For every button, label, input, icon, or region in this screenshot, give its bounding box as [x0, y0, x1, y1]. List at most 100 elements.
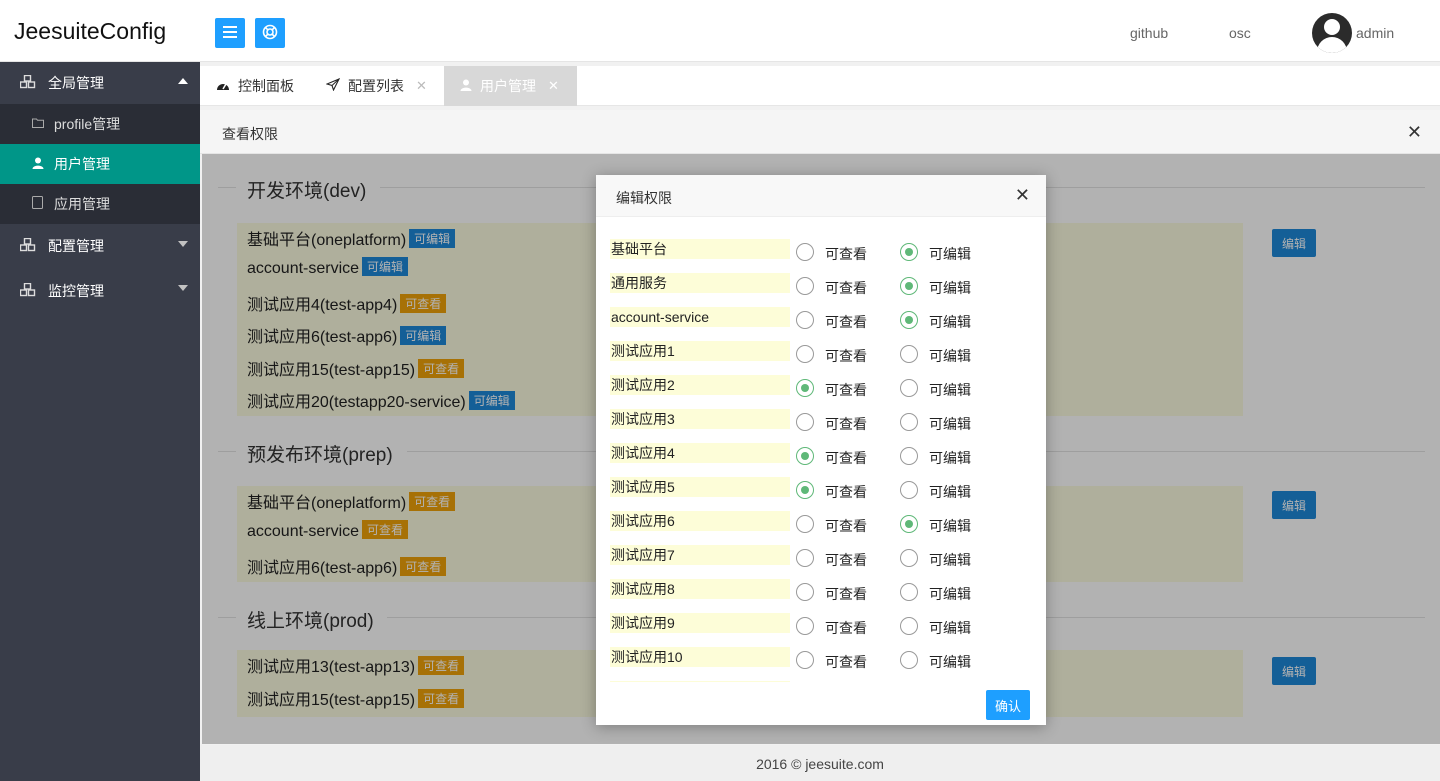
panel-title: 查看权限 [222, 126, 278, 142]
edit-radio[interactable] [900, 277, 918, 295]
view-label[interactable]: 可查看 [825, 652, 867, 672]
edit-radio[interactable] [900, 617, 918, 635]
view-label[interactable]: 可查看 [825, 448, 867, 468]
edit-radio[interactable] [900, 413, 918, 431]
confirm-button[interactable]: 确认 [986, 690, 1030, 720]
folder-icon [32, 117, 46, 131]
view-radio[interactable] [796, 583, 814, 601]
view-radio[interactable] [796, 447, 814, 465]
view-radio[interactable] [796, 277, 814, 295]
tab-user-management[interactable]: 用户管理 ✕ [444, 66, 577, 106]
edit-radio[interactable] [900, 549, 918, 567]
edit-radio[interactable] [900, 311, 918, 329]
edit-radio[interactable] [900, 243, 918, 261]
view-radio[interactable] [796, 651, 814, 669]
view-radio[interactable] [796, 617, 814, 635]
view-radio[interactable] [796, 379, 814, 397]
app-name: account-service [610, 307, 790, 327]
close-icon[interactable]: ✕ [416, 78, 427, 94]
sidebar-group-config[interactable]: 配置管理 [0, 224, 200, 268]
sidebar-group-global[interactable]: 全局管理 [0, 62, 200, 104]
view-label[interactable]: 可查看 [825, 380, 867, 400]
user-menu[interactable]: admin [1356, 25, 1394, 41]
edit-label[interactable]: 可编辑 [929, 618, 971, 638]
edit-radio[interactable] [900, 481, 918, 499]
edit-label[interactable]: 可编辑 [929, 448, 971, 468]
osc-link[interactable]: osc [1229, 25, 1251, 41]
view-label[interactable]: 可查看 [825, 550, 867, 570]
permission-row: 测试应用8 可查看 可编辑 [596, 570, 1046, 604]
sidebar-group-monitor[interactable]: 监控管理 [0, 268, 200, 314]
caret-up-icon [178, 78, 188, 84]
user-icon [460, 79, 472, 94]
sidebar-item-label: 应用管理 [54, 196, 110, 212]
view-radio[interactable] [796, 243, 814, 261]
edit-label[interactable]: 可编辑 [929, 414, 971, 434]
sidebar-item-profile[interactable]: profile管理 [0, 104, 200, 144]
edit-label[interactable]: 可编辑 [929, 380, 971, 400]
view-label[interactable]: 可查看 [825, 278, 867, 298]
view-label[interactable]: 可查看 [825, 346, 867, 366]
edit-label[interactable]: 可编辑 [929, 584, 971, 604]
edit-label[interactable]: 可编辑 [929, 244, 971, 264]
sidebar-item-apps[interactable]: 应用管理 [0, 184, 200, 224]
edit-label[interactable]: 可编辑 [929, 278, 971, 298]
lifebuoy-icon [262, 24, 278, 43]
cubes-icon [19, 237, 38, 255]
view-label[interactable]: 可查看 [825, 244, 867, 264]
close-icon[interactable]: ✕ [1015, 185, 1030, 206]
edit-radio[interactable] [900, 515, 918, 533]
edit-radio[interactable] [900, 583, 918, 601]
permission-row: 测试应用10 可查看 可编辑 [596, 638, 1046, 672]
tab-config-list[interactable]: 配置列表 ✕ [325, 66, 427, 106]
tab-bar: 控制面板 配置列表 ✕ 用户管理 ✕ [200, 66, 1440, 106]
permission-row: 测试应用1 可查看 可编辑 [596, 332, 1046, 366]
close-icon[interactable]: ✕ [1407, 122, 1422, 143]
view-label[interactable]: 可查看 [825, 516, 867, 536]
edit-radio[interactable] [900, 345, 918, 363]
panel-header: 查看权限 ✕ [200, 110, 1440, 154]
edit-label[interactable]: 可编辑 [929, 652, 971, 672]
view-radio[interactable] [796, 345, 814, 363]
sidebar-item-users[interactable]: 用户管理 [0, 144, 200, 184]
github-link[interactable]: github [1130, 25, 1168, 41]
edit-label[interactable]: 可编辑 [929, 550, 971, 570]
edit-label[interactable]: 可编辑 [929, 312, 971, 332]
sidebar-item-label: 用户管理 [54, 156, 110, 172]
view-radio[interactable] [796, 481, 814, 499]
dashboard-icon [216, 79, 230, 94]
view-label[interactable]: 可查看 [825, 584, 867, 604]
close-icon[interactable]: ✕ [548, 78, 559, 94]
view-radio[interactable] [796, 413, 814, 431]
permission-row: 测试应用9 可查看 可编辑 [596, 604, 1046, 638]
tab-dashboard[interactable]: 控制面板 [216, 66, 294, 106]
edit-radio[interactable] [900, 651, 918, 669]
edit-radio[interactable] [900, 447, 918, 465]
view-label[interactable]: 可查看 [825, 312, 867, 332]
edit-radio[interactable] [900, 379, 918, 397]
view-radio[interactable] [796, 311, 814, 329]
edit-label[interactable]: 可编辑 [929, 516, 971, 536]
brand-logo[interactable]: JeesuiteConfig [14, 18, 166, 45]
edit-label[interactable]: 可编辑 [929, 346, 971, 366]
view-radio[interactable] [796, 549, 814, 567]
view-label[interactable]: 可查看 [825, 414, 867, 434]
view-radio[interactable] [796, 515, 814, 533]
sidebar-group-label: 全局管理 [48, 75, 104, 91]
permission-list[interactable]: 基础平台 可查看 可编辑 通用服务 可查看 可编辑 account-service 可查看 可编… [596, 230, 1046, 682]
app-name: 通用服务 [610, 273, 790, 293]
app-name: 测试应用7 [610, 545, 790, 565]
app-name: 测试应用6 [610, 511, 790, 531]
avatar[interactable] [1312, 13, 1352, 53]
view-label[interactable]: 可查看 [825, 618, 867, 638]
help-button[interactable] [255, 18, 285, 48]
view-label[interactable]: 可查看 [825, 482, 867, 502]
menu-toggle-button[interactable] [215, 18, 245, 48]
edit-permission-dialog: 编辑权限 ✕ 基础平台 可查看 可编辑 通用服务 可查看 可编辑 account-servi… [596, 175, 1046, 725]
cubes-icon [19, 282, 38, 300]
edit-label[interactable]: 可编辑 [929, 482, 971, 502]
permission-row-partial [596, 672, 1046, 682]
send-icon [325, 77, 341, 94]
app-name: 测试应用10 [610, 647, 790, 667]
app-name: 测试应用2 [610, 375, 790, 395]
